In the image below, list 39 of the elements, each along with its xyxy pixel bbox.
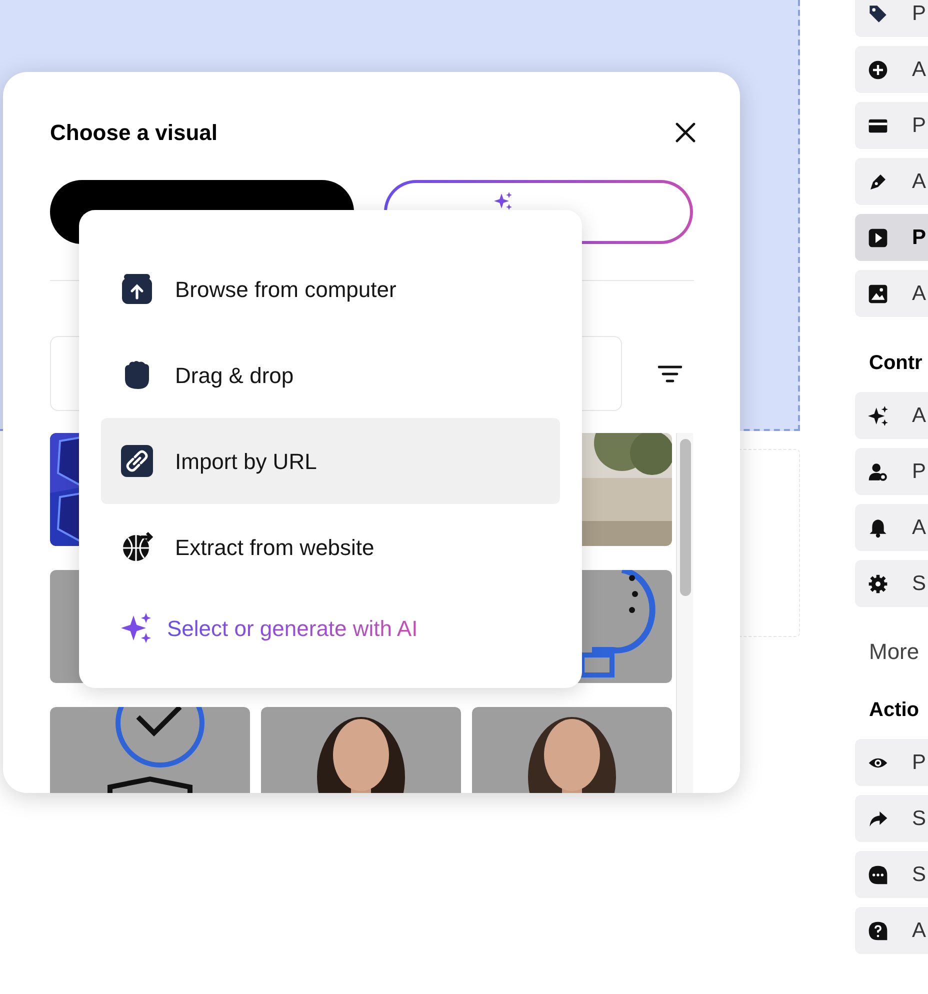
sidebar-item[interactable]: A — [855, 504, 928, 551]
sidebar-item[interactable]: S — [855, 851, 928, 898]
chat-icon — [868, 864, 888, 884]
sidebar-item[interactable]: S — [855, 795, 928, 842]
close-icon[interactable] — [675, 122, 696, 142]
sparkle-icon — [868, 406, 888, 426]
scrollbar[interactable] — [676, 433, 693, 793]
sidebar-item[interactable]: P — [855, 102, 928, 149]
user-key-icon — [868, 462, 888, 482]
link-icon — [121, 445, 153, 477]
upload-box-icon — [121, 273, 153, 305]
sidebar-item[interactable]: P — [855, 739, 928, 786]
more-link[interactable]: More — [855, 640, 920, 664]
tag-icon — [868, 4, 888, 24]
filter-icon[interactable] — [658, 364, 682, 382]
settings-icon — [868, 574, 888, 594]
bell-icon — [868, 518, 888, 538]
sidebar-item[interactable]: A — [855, 158, 928, 205]
sidebar-item[interactable]: P — [855, 214, 928, 261]
share-arrow-icon — [868, 808, 888, 828]
menu-item[interactable]: Import by URL — [101, 418, 560, 504]
help-icon — [868, 920, 888, 940]
sidebar-item[interactable]: A — [855, 907, 928, 954]
globe-icon — [121, 531, 153, 563]
play-icon — [868, 228, 888, 248]
section-heading: Contr — [868, 351, 924, 376]
sparkle-icon — [494, 192, 512, 210]
image-icon — [868, 284, 888, 304]
plus-circle-icon — [868, 60, 888, 80]
sidebar-item[interactable]: A — [855, 46, 928, 93]
sidebar-item[interactable]: P — [855, 448, 928, 495]
sidebar-item[interactable]: P — [855, 0, 928, 37]
sparkle-icon — [121, 613, 151, 643]
dialog-title: Choose a visual — [50, 118, 218, 146]
sidebar-item[interactable]: A — [855, 392, 928, 439]
sidebar-item[interactable]: S — [855, 560, 928, 607]
section-heading: Actio — [868, 698, 920, 723]
pen-icon — [868, 172, 888, 192]
sidebar-item[interactable]: A — [855, 270, 928, 317]
